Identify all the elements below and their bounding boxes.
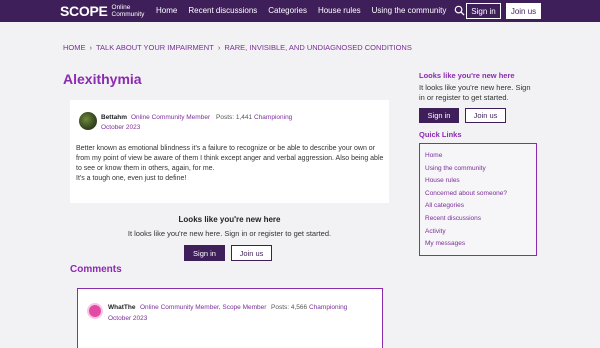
quick-link-all-categories[interactable]: All categories	[425, 202, 531, 215]
breadcrumb-separator: ›	[217, 43, 221, 52]
nav-using-the-community[interactable]: Using the community	[372, 6, 447, 15]
post-author-rank[interactable]: Championing	[254, 114, 292, 121]
breadcrumb-home[interactable]: HOME	[63, 43, 86, 52]
top-navigation-bar: SCOPE Online Community Home Recent discu…	[0, 0, 600, 22]
sign-in-button[interactable]: Sign in	[184, 245, 225, 261]
comment-author-post-count: Posts: 4,566	[271, 304, 308, 311]
quick-link-recent-discussions[interactable]: Recent discussions	[425, 215, 531, 228]
main-nav: Home Recent discussions Categories House…	[156, 6, 446, 15]
comment-card: WhatThe Online Community Member, Scope M…	[77, 288, 383, 348]
comment-author[interactable]: WhatThe	[108, 304, 135, 311]
sidebar-join-us-button[interactable]: Join us	[465, 108, 506, 123]
post-author[interactable]: Bettahm	[101, 114, 127, 121]
page-title: Alexithymia	[63, 71, 142, 87]
sidebar-new-here-text: It looks like you're new here. Sign in o…	[419, 83, 531, 102]
avatar[interactable]	[87, 303, 103, 319]
original-post: Bettahm Online Community Member Posts: 1…	[70, 100, 389, 203]
quick-link-activity[interactable]: Activity	[425, 228, 531, 241]
breadcrumb-rare-conditions[interactable]: RARE, INVISIBLE, AND UNDIAGNOSED CONDITI…	[224, 43, 412, 52]
post-body-paragraph: It's a tough one, even just to define!	[76, 175, 187, 182]
search-icon[interactable]	[454, 5, 465, 16]
comments-heading: Comments	[70, 264, 122, 275]
nav-home[interactable]: Home	[156, 6, 177, 15]
comment-date[interactable]: October 2023	[108, 315, 147, 322]
header-join-us-button[interactable]: Join us	[506, 3, 541, 19]
quick-link-home[interactable]: Home	[425, 152, 531, 165]
quick-link-concerned-about-someone[interactable]: Concerned about someone?	[425, 190, 531, 203]
quick-link-my-messages[interactable]: My messages	[425, 240, 531, 253]
nav-recent-discussions[interactable]: Recent discussions	[188, 6, 257, 15]
logo-subtitle-line-2: Community	[111, 11, 145, 18]
logo-subtitle: Online Community	[112, 4, 145, 18]
nav-categories[interactable]: Categories	[268, 6, 307, 15]
join-us-button[interactable]: Join us	[231, 245, 272, 261]
sidebar-new-here-title: Looks like you're new here	[419, 71, 515, 80]
quick-links-panel: Home Using the community House rules Con…	[419, 143, 537, 256]
comment-author-rank[interactable]: Championing	[309, 304, 347, 311]
post-author-role: Online Community Member	[131, 114, 211, 121]
quick-link-house-rules[interactable]: House rules	[425, 177, 531, 190]
post-author-post-count: Posts: 1,441	[216, 114, 253, 121]
post-body-paragraph: Better known as emotional blindness it's…	[76, 145, 384, 172]
scope-logo[interactable]: SCOPE Online Community	[60, 3, 144, 19]
new-here-prompt-text: It looks like you're new here. Sign in o…	[127, 229, 332, 238]
comment-author-role: Online Community Member, Scope Member	[140, 304, 267, 311]
logo-wordmark: SCOPE	[60, 3, 108, 19]
post-date[interactable]: October 2023	[101, 124, 140, 131]
breadcrumb-separator: ›	[89, 43, 93, 52]
logo-subtitle-line-1: Online	[111, 4, 131, 11]
new-here-prompt-title: Looks like you're new here	[178, 215, 281, 224]
avatar[interactable]	[79, 112, 97, 130]
breadcrumb: HOME › TALK ABOUT YOUR IMPAIRMENT › RARE…	[63, 43, 412, 52]
breadcrumb-talk-about-your-impairment[interactable]: TALK ABOUT YOUR IMPAIRMENT	[96, 43, 214, 52]
quick-links-title: Quick Links	[419, 130, 462, 139]
sidebar-sign-in-button[interactable]: Sign in	[419, 108, 459, 123]
header-sign-in-button[interactable]: Sign in	[466, 3, 501, 19]
post-body: Better known as emotional blindness it's…	[76, 144, 386, 184]
quick-link-using-the-community[interactable]: Using the community	[425, 165, 531, 178]
nav-house-rules[interactable]: House rules	[318, 6, 361, 15]
